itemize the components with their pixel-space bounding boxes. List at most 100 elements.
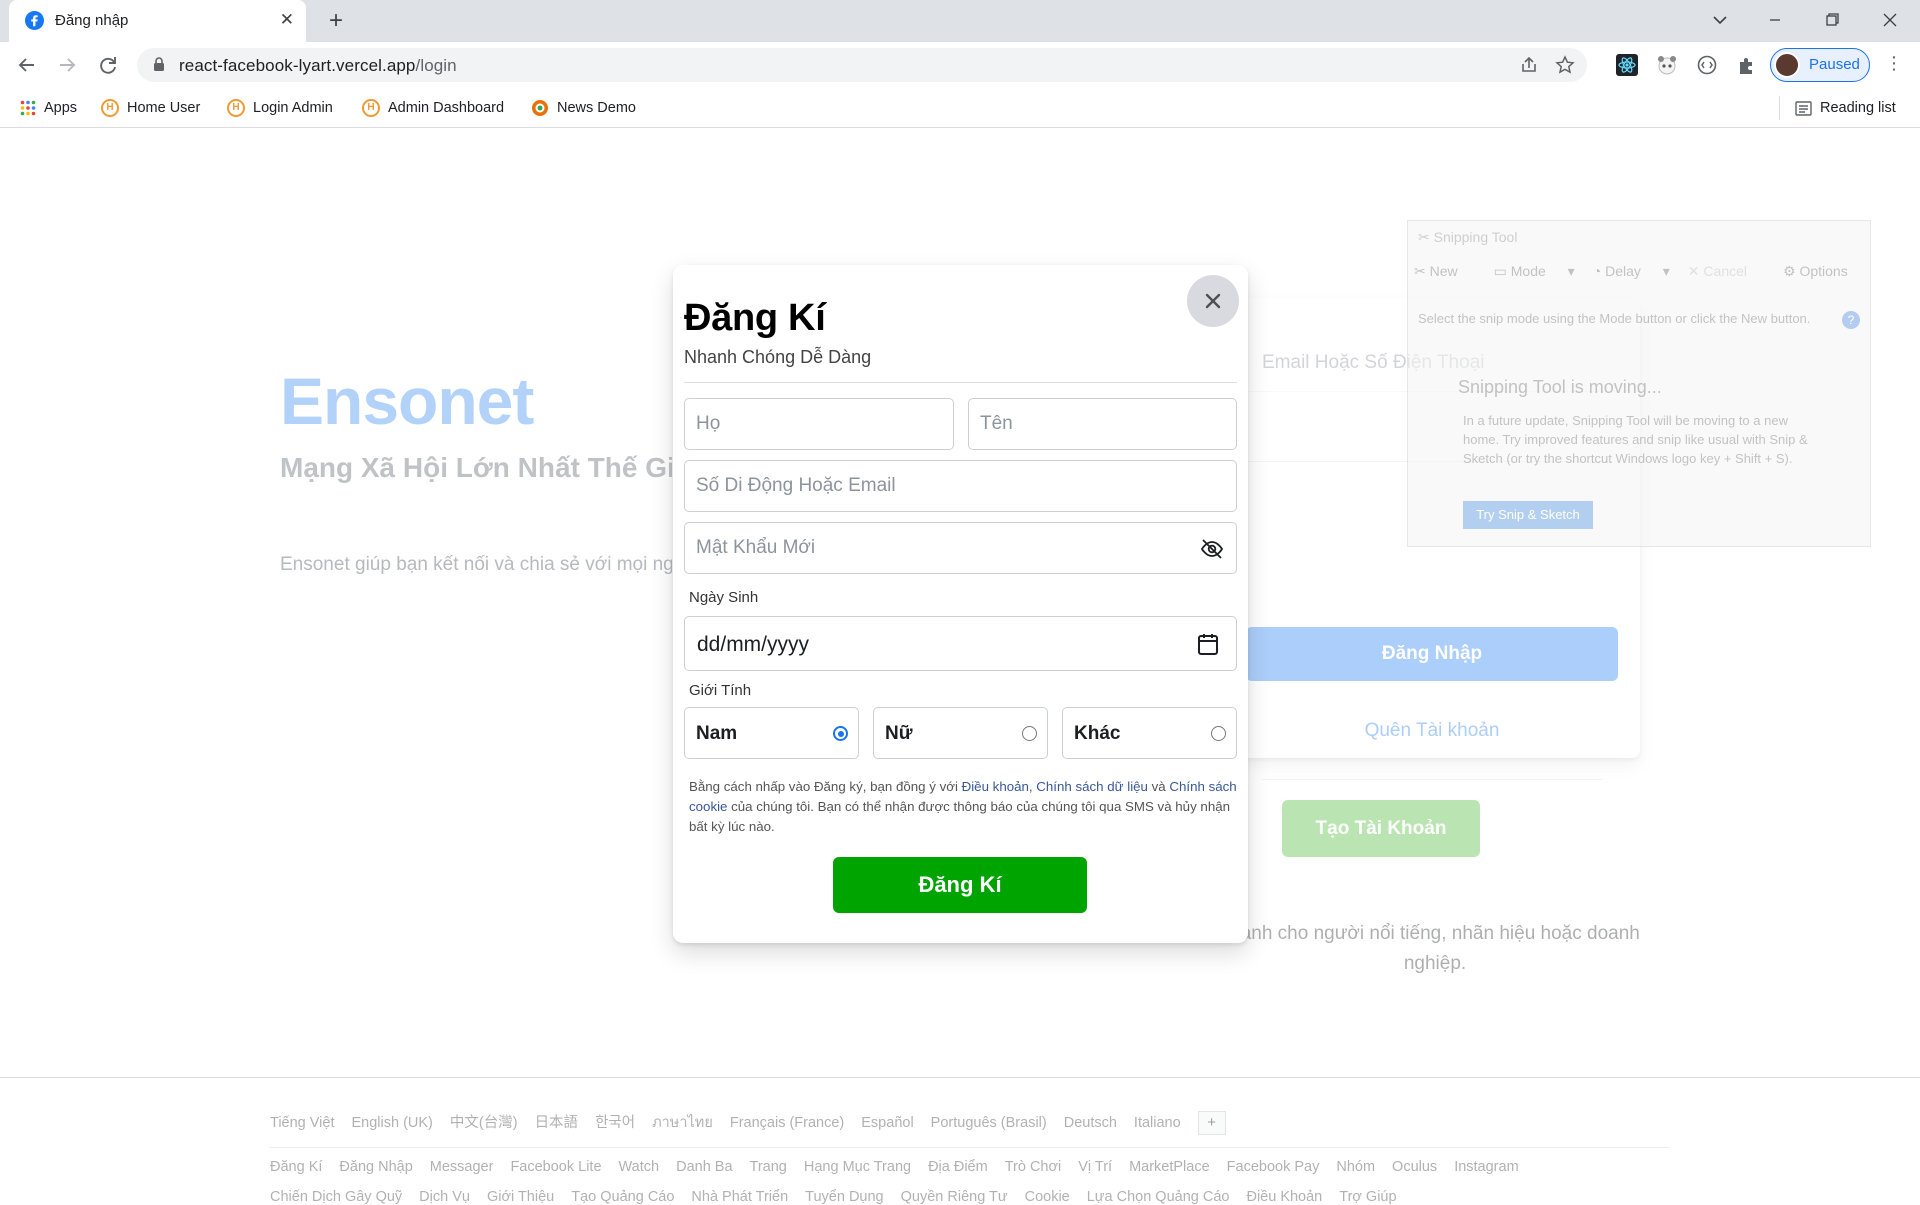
tab-close-icon[interactable]: ✕ <box>280 11 294 29</box>
language-link[interactable]: 中文(台灣) <box>450 1115 518 1131</box>
footer-divider <box>270 1147 1670 1148</box>
avatar <box>1774 52 1800 78</box>
gender-option-female[interactable]: Nữ <box>873 707 1048 759</box>
url-text[interactable]: react-facebook-lyart.vercel.app/login <box>179 56 457 76</box>
bookmark-news-demo[interactable]: News Demo <box>531 96 636 120</box>
back-button[interactable] <box>12 51 42 79</box>
footer-link[interactable]: Nhà Phát Triển <box>691 1189 788 1205</box>
extensions-puzzle-icon[interactable] <box>1736 54 1758 76</box>
language-link[interactable]: Deutsch <box>1064 1115 1117 1131</box>
share-icon[interactable] <box>1519 55 1539 75</box>
footer-link[interactable]: Tạo Quảng Cáo <box>571 1189 674 1205</box>
footer-link[interactable]: Oculus <box>1392 1159 1437 1175</box>
close-window-button[interactable] <box>1870 8 1910 32</box>
footer-link[interactable]: Địa Điểm <box>928 1159 988 1175</box>
forward-button[interactable] <box>52 51 82 79</box>
footer-link[interactable]: Trợ Giúp <box>1339 1189 1396 1205</box>
dob-label: Ngày Sinh <box>689 589 759 606</box>
terms-link[interactable]: Điều khoản <box>962 779 1029 794</box>
footer-link[interactable]: Cookie <box>1025 1189 1070 1205</box>
gender-option-male[interactable]: Nam <box>684 707 859 759</box>
apps-grid-icon <box>20 100 36 116</box>
footer-links-row2: Chiến Dịch Gây Quỹ Dịch Vụ Giới Thiệu Tạo Q… <box>270 1189 1414 1205</box>
footer-link[interactable]: Facebook Pay <box>1227 1159 1320 1175</box>
language-link[interactable]: Tiếng Việt <box>270 1115 335 1131</box>
footer-link[interactable]: Quyền Riêng Tư <box>901 1189 1008 1205</box>
phone-or-email-input[interactable] <box>684 460 1237 512</box>
bookmark-home-user[interactable]: H Home User <box>101 96 200 120</box>
footer-link[interactable]: Đăng Nhập <box>339 1159 412 1175</box>
calendar-icon[interactable] <box>1197 632 1219 656</box>
footer-link[interactable]: Giới Thiệu <box>487 1189 554 1205</box>
footer-link[interactable]: Điều Khoản <box>1246 1189 1322 1205</box>
address-bar[interactable]: react-facebook-lyart.vercel.app/login <box>137 48 1587 82</box>
minimize-button[interactable] <box>1755 8 1795 32</box>
browser-tab[interactable]: Đăng nhập ✕ <box>9 0 306 42</box>
footer-link[interactable]: Hạng Mục Trang <box>804 1159 911 1175</box>
footer-link[interactable]: Trang <box>750 1159 787 1175</box>
tab-title: Đăng nhập <box>55 12 129 29</box>
language-link[interactable]: Português (Brasil) <box>931 1115 1047 1131</box>
signup-divider <box>684 382 1237 383</box>
browser-tab-strip: Đăng nhập ✕ + <box>0 0 1920 42</box>
bookmark-admin-dashboard[interactable]: H Admin Dashboard <box>362 96 504 120</box>
language-link[interactable]: Français (France) <box>730 1115 844 1131</box>
radio-unselected[interactable] <box>1022 726 1037 741</box>
footer-link[interactable]: Vị Trí <box>1078 1159 1112 1175</box>
language-link[interactable]: Italiano <box>1134 1115 1181 1131</box>
data-policy-link[interactable]: Chính sách dữ liệu <box>1036 779 1148 794</box>
language-link[interactable]: 한국어 <box>595 1115 635 1131</box>
lock-icon[interactable] <box>153 57 165 72</box>
more-languages-button[interactable]: + <box>1197 1111 1226 1136</box>
footer-link[interactable]: MarketPlace <box>1129 1159 1210 1175</box>
footer-link[interactable]: Chiến Dịch Gây Quỹ <box>270 1189 402 1205</box>
bookmark-apps[interactable]: Apps <box>20 96 77 120</box>
new-password-input[interactable] <box>684 522 1237 574</box>
panda-extension-icon[interactable] <box>1656 54 1678 76</box>
footer-link[interactable]: Messager <box>430 1159 494 1175</box>
language-link[interactable]: English (UK) <box>352 1115 433 1131</box>
signup-submit-button[interactable]: Đăng Kí <box>833 857 1087 913</box>
footer-link[interactable]: Tuyển Dụng <box>805 1189 883 1205</box>
radio-selected[interactable] <box>833 726 848 741</box>
footer-link[interactable]: Dịch Vụ <box>419 1189 470 1205</box>
tab-search-chevron-icon[interactable] <box>1700 8 1740 32</box>
browser-menu-icon[interactable]: ⋮ <box>1885 54 1903 72</box>
gender-option-other[interactable]: Khác <box>1062 707 1237 759</box>
footer-links-row1: Đăng Kí Đăng Nhập Messager Facebook Lite Wat… <box>270 1159 1536 1175</box>
footer-link[interactable]: Nhóm <box>1336 1159 1375 1175</box>
footer-link[interactable]: Facebook Lite <box>510 1159 601 1175</box>
dob-value: dd/mm/yyyy <box>697 633 810 656</box>
footer-link[interactable]: Instagram <box>1454 1159 1518 1175</box>
last-name-input[interactable] <box>968 398 1237 450</box>
radio-unselected[interactable] <box>1211 726 1226 741</box>
profile-button[interactable]: Paused <box>1770 48 1870 82</box>
devtools-extension-icon[interactable] <box>1696 54 1718 76</box>
footer-link[interactable]: Đăng Kí <box>270 1159 322 1175</box>
signup-title: Đăng Kí <box>684 297 826 339</box>
footer-link[interactable]: Lựa Chọn Quảng Cáo <box>1087 1189 1230 1205</box>
new-tab-button[interactable]: + <box>322 8 350 36</box>
footer-link[interactable]: Trò Chơi <box>1005 1159 1062 1175</box>
close-icon <box>1205 293 1221 309</box>
eye-slash-icon[interactable] <box>1200 538 1224 560</box>
footer-link[interactable]: Watch <box>619 1159 660 1175</box>
bookmark-login-admin[interactable]: H Login Admin <box>227 96 333 120</box>
bookmark-star-icon[interactable] <box>1555 55 1575 75</box>
language-link[interactable]: Español <box>861 1115 913 1131</box>
language-link[interactable]: 日本語 <box>535 1115 579 1131</box>
gender-label: Giới Tính <box>689 682 752 699</box>
language-link[interactable]: ภาษาไทย <box>652 1115 713 1131</box>
modal-close-button[interactable] <box>1187 275 1239 327</box>
bookmarks-bar: Apps H Home User H Login Admin H Admin Dash… <box>0 88 1920 128</box>
reload-button[interactable] <box>93 51 123 79</box>
first-name-input[interactable] <box>684 398 954 450</box>
signup-modal: Đăng Kí Nhanh Chóng Dễ Dàng Ngày Sinh dd… <box>673 265 1248 943</box>
restore-button[interactable] <box>1812 8 1852 32</box>
react-devtools-extension-icon[interactable] <box>1616 54 1638 76</box>
news-demo-icon <box>532 100 548 117</box>
footer-link[interactable]: Danh Ba <box>676 1159 732 1175</box>
reading-list-button[interactable]: Reading list <box>1795 96 1896 120</box>
h-site-icon: H <box>101 99 119 118</box>
date-of-birth-input[interactable]: dd/mm/yyyy <box>684 616 1237 671</box>
